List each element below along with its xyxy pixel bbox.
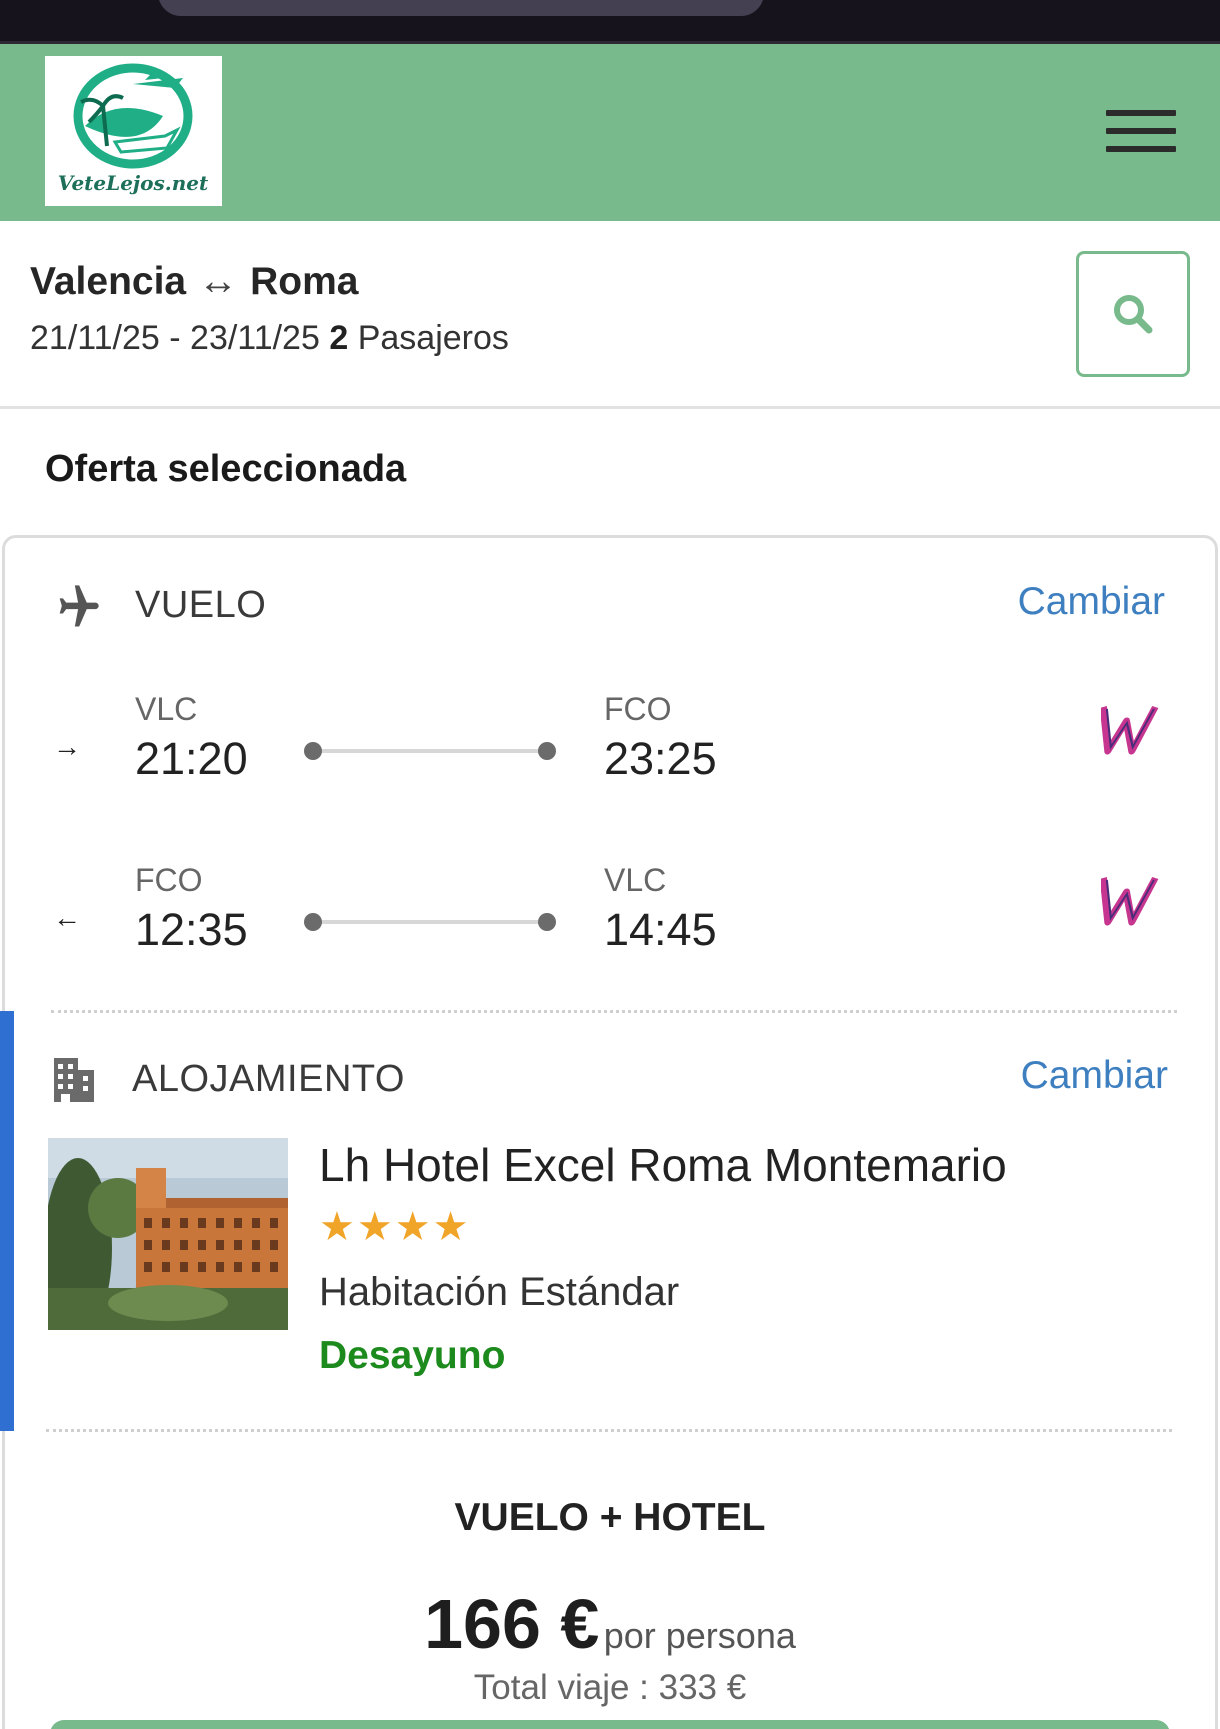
- room-type: Habitación Estándar: [319, 1270, 680, 1314]
- wizz-air-logo-icon: [1101, 876, 1159, 926]
- flight-leg-outbound: → VLC 21:20 FCO 23:25: [5, 691, 1220, 811]
- passenger-count: 2: [329, 319, 349, 357]
- departure-airport: FCO: [135, 862, 203, 898]
- star-rating: ★★★★: [319, 1205, 471, 1249]
- section-title: Oferta seleccionada: [45, 448, 407, 490]
- search-button[interactable]: [1076, 251, 1190, 377]
- departure-time: 21:20: [135, 733, 248, 784]
- arrival-time: 23:25: [604, 733, 717, 784]
- hamburger-menu-icon[interactable]: [1106, 110, 1176, 156]
- accommodation-section-label: ALOJAMIENTO: [132, 1058, 405, 1100]
- building-icon: [54, 1058, 94, 1102]
- route: Valencia ↔ Roma: [30, 259, 358, 304]
- price-line: 166 € por persona: [0, 1584, 1220, 1664]
- arrival-airport: FCO: [604, 691, 672, 727]
- continue-button[interactable]: [50, 1720, 1170, 1729]
- destination-dot: [538, 913, 556, 931]
- site-logo[interactable]: VeteLejos.net: [45, 56, 222, 206]
- price-unit: por persona: [603, 1615, 796, 1656]
- accent-bar: [0, 1011, 14, 1431]
- arrival-airport: VLC: [604, 862, 667, 898]
- destination-city: Roma: [250, 259, 359, 303]
- svg-text:VeteLejos.net: VeteLejos.net: [58, 171, 209, 195]
- package-title: VUELO + HOTEL: [454, 1496, 766, 1539]
- flight-leg-return: ← FCO 12:35 VLC 14:45: [5, 862, 1220, 982]
- trip-dates: 21/11/25 - 23/11/25: [30, 319, 320, 357]
- round-trip-arrows-icon: ↔: [198, 259, 239, 303]
- price-per-person: 166 €: [424, 1585, 600, 1663]
- divider: [46, 1429, 1172, 1432]
- change-hotel-link[interactable]: Cambiar: [1021, 1054, 1168, 1098]
- total-price: Total viaje : 333 €: [473, 1668, 747, 1707]
- trip-details: 21/11/25 - 23/11/25 2 Pasajeros: [30, 319, 509, 358]
- departure-time: 12:35: [135, 904, 248, 955]
- origin-dot: [304, 742, 322, 760]
- status-bar: [0, 0, 1220, 44]
- divider: [51, 1010, 1177, 1013]
- site-header: VeteLejos.net: [0, 44, 1220, 221]
- search-icon: [1114, 295, 1153, 334]
- hotel-photo[interactable]: [48, 1138, 288, 1330]
- arrow-right-icon: →: [53, 731, 81, 762]
- logo-icon: VeteLejos.net: [58, 63, 209, 195]
- search-summary: Valencia ↔ Roma 21/11/25 - 23/11/25 2 Pa…: [0, 221, 1220, 409]
- arrival-time: 14:45: [604, 904, 717, 955]
- wizz-air-logo-icon: [1101, 705, 1159, 755]
- destination-dot: [538, 742, 556, 760]
- flight-section-label: VUELO: [135, 584, 267, 626]
- board-type: Desayuno: [319, 1334, 506, 1377]
- flight-path-line: [304, 913, 556, 931]
- offer-card: VUELO Cambiar → VLC 21:20 FCO 23:25 ← FC…: [2, 535, 1218, 1729]
- airplane-icon: [59, 585, 99, 627]
- origin-dot: [304, 913, 322, 931]
- passenger-label: Pasajeros: [357, 319, 509, 357]
- change-flight-link[interactable]: Cambiar: [1018, 580, 1165, 624]
- flight-path-line: [304, 742, 556, 760]
- arrow-left-icon: ←: [53, 902, 81, 933]
- origin-city: Valencia: [30, 259, 187, 303]
- departure-airport: VLC: [135, 691, 198, 727]
- status-pill: [158, 0, 764, 16]
- hotel-name[interactable]: Lh Hotel Excel Roma Montemario: [319, 1138, 1007, 1192]
